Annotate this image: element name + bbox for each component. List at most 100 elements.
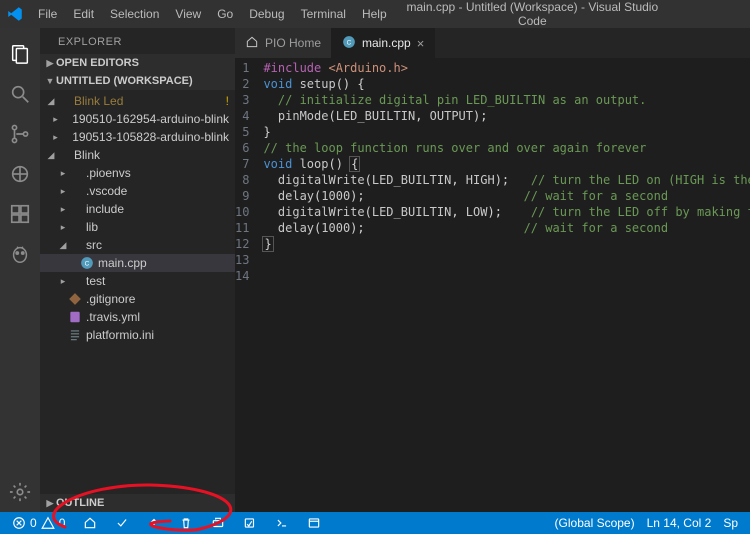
- activity-search[interactable]: [0, 74, 40, 114]
- folder-item[interactable]: ▸ include: [40, 200, 235, 218]
- folder-item[interactable]: ◢ Blink Led!: [40, 92, 235, 110]
- chevron-down-icon: ◢: [58, 240, 68, 251]
- menu-item-debug[interactable]: Debug: [241, 0, 292, 28]
- sidebar-explorer: EXPLORER ▶ OPEN EDITORS ▼ UNTITLED (WORK…: [40, 28, 235, 512]
- menu-item-file[interactable]: File: [30, 0, 65, 28]
- section-workspace[interactable]: ▼ UNTITLED (WORKSPACE): [40, 72, 235, 90]
- status-cursor[interactable]: Ln 14, Col 2: [643, 516, 716, 530]
- tree-item-label: .pioenvs: [86, 166, 131, 180]
- chevron-down-icon: ◢: [46, 96, 56, 107]
- status-bar: 0 0 (Global Scope) Ln 14, Col 2 Sp: [0, 512, 750, 534]
- chevron-right-icon: ▸: [52, 114, 59, 125]
- editor-area: PIO Home Cmain.cpp × 1234567891011121314 #…: [235, 28, 750, 512]
- activity-explorer[interactable]: [0, 34, 40, 74]
- folder-icon: [68, 184, 82, 198]
- pio-upload-button[interactable]: [143, 516, 165, 530]
- title-bar: FileEditSelectionViewGoDebugTerminalHelp…: [0, 0, 750, 28]
- main-menu: FileEditSelectionViewGoDebugTerminalHelp: [30, 0, 395, 28]
- tree-item-label: Blink: [74, 148, 100, 162]
- pio-serial-button[interactable]: [207, 516, 229, 530]
- pio-new-terminal-button[interactable]: [303, 516, 325, 530]
- folder-item[interactable]: ▸ lib: [40, 218, 235, 236]
- file-ini-icon: [68, 328, 82, 342]
- menu-item-go[interactable]: Go: [209, 0, 241, 28]
- menu-item-terminal[interactable]: Terminal: [293, 0, 354, 28]
- tree-item-label: .travis.yml: [86, 310, 140, 324]
- folder-icon: [56, 94, 70, 108]
- home-icon: [245, 35, 259, 52]
- menu-item-selection[interactable]: Selection: [102, 0, 167, 28]
- tab-pio-home[interactable]: PIO Home: [235, 28, 332, 58]
- pio-build-button[interactable]: [111, 516, 133, 530]
- activity-scm[interactable]: [0, 114, 40, 154]
- file-item[interactable]: Cmain.cpp: [40, 254, 235, 272]
- tree-item-label: test: [86, 274, 105, 288]
- folder-icon: [59, 112, 68, 126]
- chevron-right-icon: ▸: [58, 168, 68, 179]
- status-problems[interactable]: 0 0: [8, 516, 69, 530]
- chevron-right-icon: ▶: [44, 498, 56, 509]
- section-workspace-label: UNTITLED (WORKSPACE): [56, 75, 193, 87]
- folder-item[interactable]: ▸ 190510-162954-arduino-blink: [40, 110, 235, 128]
- activity-platformio[interactable]: [0, 234, 40, 274]
- pio-toolbar: [73, 516, 325, 530]
- activity-extensions[interactable]: [0, 194, 40, 234]
- chevron-right-icon: ▸: [58, 222, 68, 233]
- tree-item-label: 190510-162954-arduino-blink: [72, 112, 229, 126]
- vscode-logo-icon: [6, 5, 24, 23]
- folder-item[interactable]: ▸ .vscode: [40, 182, 235, 200]
- menu-item-view[interactable]: View: [167, 0, 209, 28]
- folder-item[interactable]: ▸ test: [40, 272, 235, 290]
- status-scope[interactable]: (Global Scope): [551, 516, 639, 530]
- section-outline[interactable]: ▶ OUTLINE: [40, 494, 235, 512]
- tree-item-label: Blink Led: [74, 94, 123, 108]
- file-item[interactable]: .travis.yml: [40, 308, 235, 326]
- file-git-icon: [68, 292, 82, 306]
- problems-badge-icon: !: [226, 94, 229, 108]
- folder-item[interactable]: ▸ 190513-105828-arduino-blink: [40, 128, 235, 146]
- close-icon[interactable]: ×: [417, 36, 425, 51]
- folder-item[interactable]: ◢ src: [40, 236, 235, 254]
- tree-item-label: 190513-105828-arduino-blink: [72, 130, 229, 144]
- tab-main-cpp[interactable]: Cmain.cpp ×: [332, 28, 435, 58]
- menu-item-edit[interactable]: Edit: [65, 0, 102, 28]
- file-tree: ◢Blink Led!▸190510-162954-arduino-blink▸…: [40, 90, 235, 494]
- window-title: main.cpp - Untitled (Workspace) - Visual…: [395, 0, 750, 28]
- chevron-right-icon: ▸: [58, 276, 68, 287]
- folder-icon: [59, 130, 68, 144]
- tab-label: PIO Home: [265, 36, 321, 50]
- chevron-down-icon: ▼: [44, 76, 56, 86]
- menu-item-help[interactable]: Help: [354, 0, 395, 28]
- folder-icon: [68, 202, 82, 216]
- svg-text:C: C: [347, 39, 352, 46]
- pio-clean-button[interactable]: [175, 516, 197, 530]
- file-item[interactable]: .gitignore: [40, 290, 235, 308]
- tree-item-label: src: [86, 238, 102, 252]
- pio-run-task-button[interactable]: [239, 516, 261, 530]
- pio-terminal-button[interactable]: [271, 516, 293, 530]
- folder-icon: [56, 148, 70, 162]
- status-spaces[interactable]: Sp: [719, 516, 742, 530]
- svg-text:C: C: [85, 260, 90, 267]
- tree-item-label: .vscode: [86, 184, 127, 198]
- folder-item[interactable]: ▸ .pioenvs: [40, 164, 235, 182]
- file-yml-icon: [68, 310, 82, 324]
- tree-item-label: main.cpp: [98, 256, 147, 270]
- tree-item-label: include: [86, 202, 124, 216]
- activity-debug[interactable]: [0, 154, 40, 194]
- file-item[interactable]: platformio.ini: [40, 326, 235, 344]
- chevron-right-icon: ▸: [58, 204, 68, 215]
- chevron-right-icon: ▸: [58, 186, 68, 197]
- folder-item[interactable]: ◢ Blink: [40, 146, 235, 164]
- code-editor[interactable]: 1234567891011121314 #include <Arduino.h>…: [235, 58, 750, 512]
- tree-item-label: lib: [86, 220, 98, 234]
- tab-label: main.cpp: [362, 36, 411, 50]
- tree-item-label: platformio.ini: [86, 328, 154, 342]
- editor-tabs: PIO Home Cmain.cpp ×: [235, 28, 750, 58]
- chevron-down-icon: ◢: [46, 150, 56, 161]
- pio-home-button[interactable]: [79, 516, 101, 530]
- cpp-icon: C: [342, 35, 356, 52]
- activity-settings[interactable]: [0, 472, 40, 512]
- chevron-right-icon: ▸: [52, 132, 59, 143]
- section-open-editors[interactable]: ▶ OPEN EDITORS: [40, 54, 235, 72]
